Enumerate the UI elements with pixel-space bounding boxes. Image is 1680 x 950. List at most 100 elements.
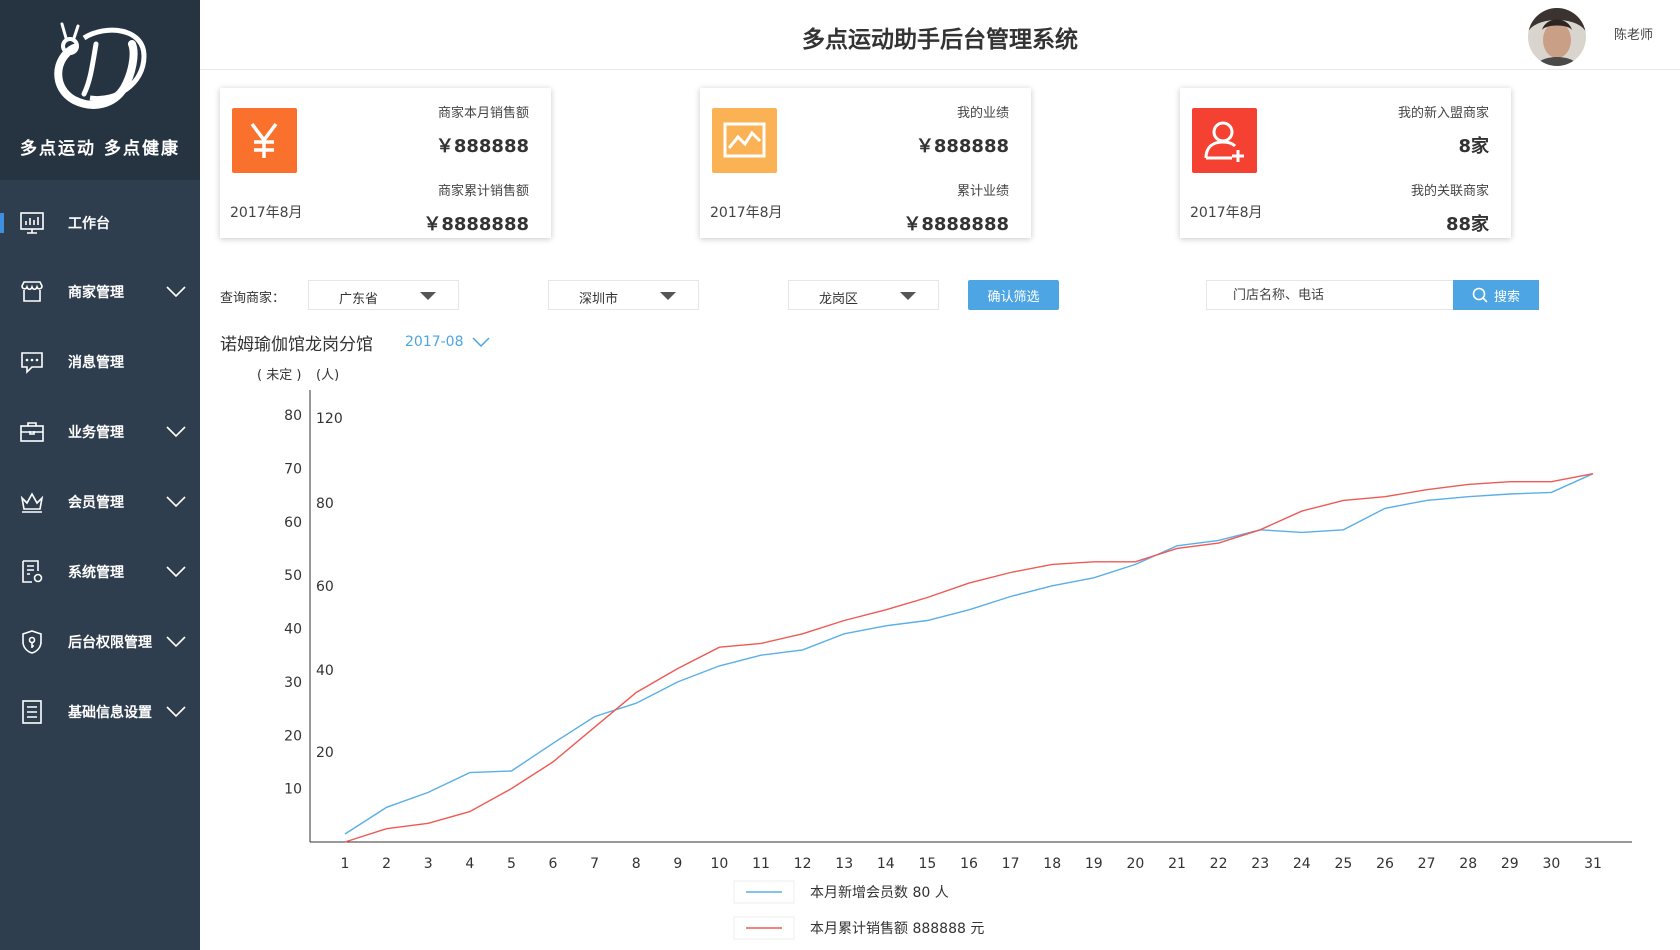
sidebar-item-7[interactable]: 基础信息设置	[0, 682, 200, 742]
province-select[interactable]: 广东省	[308, 280, 459, 310]
x-tick-label: 1	[341, 856, 350, 872]
series-line-0	[344, 473, 1594, 835]
confirm-filter-button[interactable]: 确认筛选	[968, 280, 1059, 310]
stat-card-sales: 商家本月销售额 ￥888888 商家累计销售额 ￥8888888 2017年8月	[220, 88, 551, 238]
dropdown-triangle-icon	[900, 292, 916, 300]
sidebar-item-6[interactable]: 后台权限管理	[0, 612, 200, 672]
city-value: 深圳市	[579, 292, 619, 307]
x-tick-label: 7	[590, 856, 599, 872]
shield-key-icon	[22, 630, 42, 654]
avatar[interactable]	[1528, 8, 1586, 66]
card-date: 2017年8月	[710, 205, 783, 221]
crown-icon	[20, 492, 44, 513]
briefcase-icon	[20, 422, 44, 442]
month-value: 2017-08	[405, 334, 464, 350]
chevron-down-icon	[166, 706, 186, 718]
left-tick-label: 20	[284, 728, 302, 744]
x-tick-label: 21	[1168, 856, 1186, 872]
sidebar-item-3[interactable]: 业务管理	[0, 402, 200, 462]
search-button[interactable]: 搜索	[1453, 280, 1539, 310]
x-tick-label: 8	[632, 856, 641, 872]
card-label: 商家累计销售额	[437, 184, 529, 199]
x-tick-label: 30	[1542, 856, 1560, 872]
chevron-down-icon	[166, 286, 186, 298]
sidebar-item-label: 后台权限管理	[68, 635, 152, 651]
x-tick-label: 13	[835, 856, 853, 872]
username[interactable]: 陈老师	[1614, 24, 1653, 43]
x-tick-label: 18	[1043, 856, 1061, 872]
chevron-down-icon	[166, 426, 186, 438]
x-tick-label: 19	[1085, 856, 1103, 872]
card-date: 2017年8月	[230, 205, 303, 221]
sidebar-item-label: 消息管理	[68, 355, 124, 371]
x-tick-label: 10	[710, 856, 728, 872]
sidebar-item-label: 工作台	[68, 216, 110, 232]
header: 多点运动助手后台管理系统 陈老师	[200, 0, 1680, 70]
sidebar-item-5[interactable]: 系统管理	[0, 542, 200, 602]
right-tick-label: 60	[316, 579, 334, 595]
card-label: 我的新入盟商家	[1397, 106, 1489, 121]
sidebar-item-label: 系统管理	[68, 565, 124, 581]
logo-mark-icon	[54, 22, 147, 109]
card-label: 我的关联商家	[1410, 184, 1489, 199]
right-tick-label: 80	[316, 496, 334, 512]
sidebar-item-label: 商家管理	[68, 285, 124, 301]
card-value: 88家	[1445, 214, 1489, 235]
district-select[interactable]: 龙岗区	[788, 280, 939, 310]
left-tick-label: 70	[284, 461, 302, 477]
left-tick-label: 60	[284, 515, 302, 531]
legend-label-1: 本月累计销售额 888888 元	[810, 921, 984, 937]
sidebar-item-label: 业务管理	[68, 425, 124, 441]
x-tick-label: 15	[918, 856, 936, 872]
filter-label: 查询商家：	[220, 291, 286, 306]
card-label: 累计业绩	[956, 184, 1009, 199]
sidebar-item-4[interactable]: 会员管理	[0, 472, 200, 532]
logo: 多点运动 多点健康	[0, 0, 200, 180]
chevron-down-icon	[166, 566, 186, 578]
right-tick-label: 40	[316, 663, 334, 679]
sidebar-item-1[interactable]: 商家管理	[0, 262, 200, 322]
x-tick-label: 20	[1126, 856, 1144, 872]
search-icon	[1472, 287, 1488, 303]
add-user-icon	[1192, 108, 1257, 173]
chevron-down-icon	[471, 337, 490, 347]
search-input[interactable]	[1206, 280, 1454, 310]
x-tick-label: 3	[424, 856, 433, 872]
x-tick-label: 27	[1418, 856, 1436, 872]
sidebar-item-2[interactable]: 消息管理	[0, 332, 200, 392]
yen-icon	[232, 108, 297, 173]
logo-text: 多点运动 多点健康	[20, 139, 180, 159]
sidebar-item-label: 会员管理	[68, 495, 124, 511]
sidebar-item-0[interactable]: 工作台	[0, 193, 200, 253]
card-label: 商家本月销售额	[437, 106, 529, 121]
left-axis-label: ( 未定 )	[257, 368, 301, 383]
dashboard-monitor-icon	[20, 212, 44, 234]
card-date: 2017年8月	[1190, 205, 1263, 221]
x-tick-label: 4	[465, 856, 474, 872]
x-tick-label: 9	[673, 856, 682, 872]
card-label: 我的业绩	[956, 106, 1009, 121]
x-tick-label: 17	[1002, 856, 1020, 872]
month-select[interactable]: 2017-08	[405, 334, 490, 350]
x-tick-label: 24	[1293, 856, 1311, 872]
x-tick-label: 14	[877, 856, 895, 872]
settings-doc-icon	[22, 560, 43, 583]
sidebar-item-label: 基础信息设置	[68, 705, 152, 721]
x-tick-label: 31	[1584, 856, 1602, 872]
x-tick-label: 28	[1459, 856, 1477, 872]
card-value: ￥888888	[915, 136, 1009, 157]
x-tick-label: 11	[752, 856, 770, 872]
x-tick-label: 26	[1376, 856, 1394, 872]
x-tick-label: 16	[960, 856, 978, 872]
active-indicator	[0, 213, 4, 233]
x-tick-label: 5	[507, 856, 516, 872]
card-value: ￥888888	[435, 136, 529, 157]
search-button-label: 搜索	[1493, 289, 1520, 305]
province-value: 广东省	[339, 292, 379, 307]
dropdown-triangle-icon	[660, 292, 676, 300]
city-select[interactable]: 深圳市	[548, 280, 699, 310]
list-doc-icon	[22, 700, 42, 724]
x-tick-label: 12	[794, 856, 812, 872]
stat-card-merchants: 我的新入盟商家 8家 我的关联商家 88家 2017年8月	[1180, 88, 1511, 238]
dropdown-triangle-icon	[420, 292, 436, 300]
